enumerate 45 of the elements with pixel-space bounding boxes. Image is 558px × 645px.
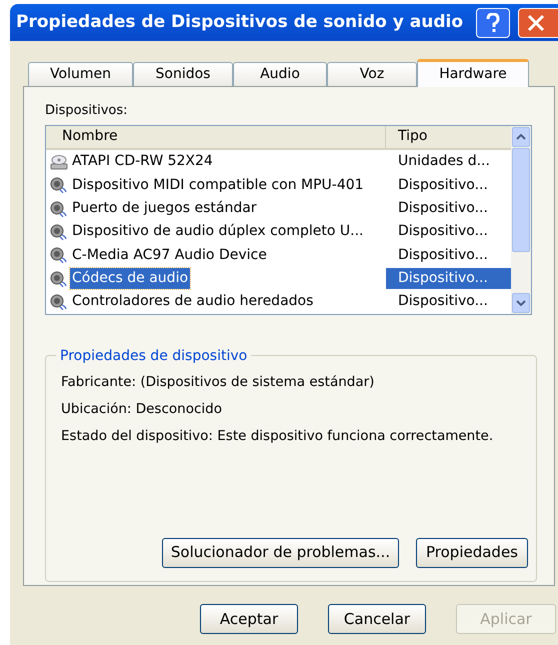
column-header[interactable]: Tipo	[386, 126, 511, 148]
tab[interactable]: Voz	[327, 62, 417, 86]
speaker-icon	[50, 177, 68, 194]
scroll-thumb[interactable]	[512, 148, 530, 252]
device-name[interactable]: Dispositivo de audio dúplex completo U...	[70, 221, 366, 242]
close-icon	[527, 14, 545, 32]
device-type: Dispositivo...	[397, 199, 489, 218]
device-name[interactable]: Puerto de juegos estándar	[70, 198, 259, 220]
close-button[interactable]	[518, 8, 558, 38]
speaker-icon	[50, 270, 68, 287]
tab[interactable]: Hardware	[417, 59, 529, 87]
speaker-icon	[50, 224, 68, 240]
property-text: Ubicación: Desconocido	[61, 400, 223, 418]
speaker-icon	[50, 294, 68, 310]
cancel-button[interactable]: Cancelar	[328, 604, 426, 634]
ok-button[interactable]: Aceptar	[200, 604, 298, 634]
scrollbar[interactable]	[511, 126, 531, 314]
cd-drive-icon	[50, 154, 68, 170]
devices-label: Dispositivos:	[45, 102, 128, 120]
scroll-down-button[interactable]	[512, 292, 530, 312]
window-title: Propiedades de Dispositivos de sonido y audio	[16, 10, 464, 34]
device-name[interactable]: Dispositivo MIDI compatible con MPU-401	[70, 174, 366, 196]
property-text: Fabricante: (Dispositivos de sistema estándar)	[61, 372, 376, 392]
property-text: Estado del dispositivo: Este dispositivo funciona correctamente.	[61, 426, 494, 446]
speaker-icon	[50, 247, 68, 264]
tab[interactable]: Sonidos	[133, 62, 233, 86]
device-name[interactable]: Códecs de audio	[70, 268, 190, 290]
device-type: Unidades d...	[397, 152, 491, 172]
device-type: Dispositivo...	[397, 292, 489, 312]
device-type: Dispositivo...	[397, 176, 489, 195]
tab[interactable]: Audio	[233, 62, 327, 86]
device-type: Dispositivo...	[397, 222, 489, 242]
scroll-up-button[interactable]	[512, 126, 530, 146]
column-header[interactable]: Nombre	[46, 126, 386, 148]
troubleshoot-button[interactable]: Solucionador de problemas...	[162, 538, 399, 568]
device-type: Dispositivo...	[386, 268, 511, 290]
device-name[interactable]: C-Media AC97 Audio Device	[70, 244, 269, 266]
device-type: Dispositivo...	[397, 246, 489, 265]
device-name[interactable]: Controladores de audio heredados	[70, 291, 316, 312]
properties-button[interactable]: Propiedades	[416, 538, 528, 568]
speaker-icon	[50, 200, 68, 217]
device-name[interactable]: ATAPI CD-RW 52X24	[70, 151, 215, 172]
help-button[interactable]	[476, 8, 510, 38]
help-icon	[486, 12, 500, 32]
tab[interactable]: Volumen	[28, 62, 133, 86]
